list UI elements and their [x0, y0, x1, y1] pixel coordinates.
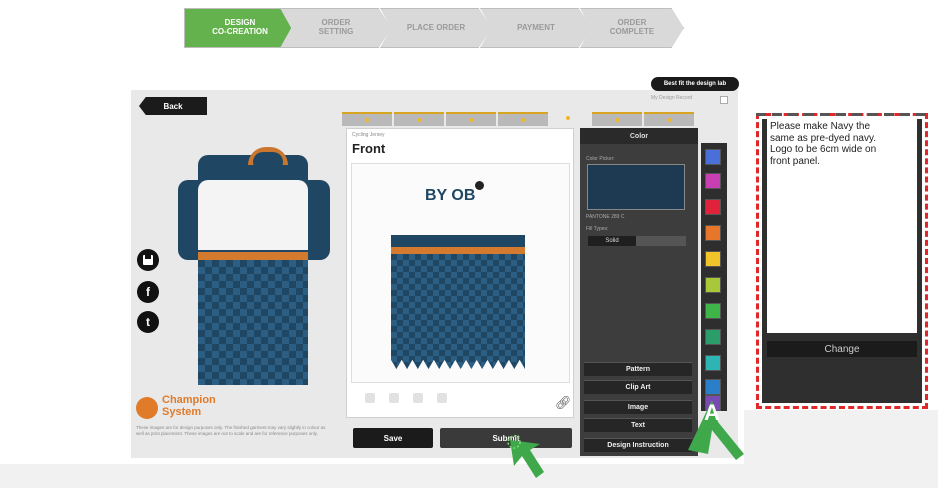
swatch-orange[interactable]: [705, 225, 721, 241]
callout-label: A: [704, 400, 720, 425]
design-instruction-textarea[interactable]: Please make Navy the same as pre-dyed na…: [767, 119, 917, 333]
swatch-red[interactable]: [705, 199, 721, 215]
jersey-neck: [253, 152, 283, 172]
progress-steps: DESIGN CO-CREATION ORDER SETTING PLACE O…: [184, 8, 684, 50]
swatch-magenta[interactable]: [705, 173, 721, 189]
jersey-argyle-pattern: [198, 260, 308, 385]
save-button[interactable]: Save: [353, 428, 433, 448]
brand-disclaimer: These images are for design purposes onl…: [136, 425, 326, 436]
panel-title: Front: [352, 141, 386, 156]
brand-name: Champion System: [162, 394, 216, 418]
tab-view-2[interactable]: [394, 112, 444, 126]
tab-indicator: [521, 118, 525, 122]
garment-type: Cycling Jersey: [352, 132, 385, 138]
facebook-icon[interactable]: f: [137, 281, 159, 303]
panel-orange-band: [391, 247, 525, 254]
change-button[interactable]: Change: [767, 341, 917, 357]
fill-solid-button[interactable]: Solid: [588, 236, 636, 246]
color-picker-label: Color Picker:: [586, 156, 615, 162]
tab-view-1[interactable]: [342, 112, 392, 126]
tab-indicator: [417, 118, 421, 122]
panel-tabs: [592, 112, 698, 126]
twitter-icon[interactable]: t: [137, 311, 159, 333]
front-panel: Cycling Jersey Front BY OB 🔗︎: [346, 128, 574, 418]
my-design-record-label: My Design Record: [651, 95, 693, 101]
pattern-button[interactable]: Pattern: [584, 362, 692, 376]
my-design-record-checkbox[interactable]: [720, 96, 728, 104]
tab-panel-1[interactable]: [592, 112, 642, 126]
panel-navy-top: [391, 235, 525, 247]
champion-logo-icon: [136, 397, 158, 419]
info-icon[interactable]: [437, 393, 447, 403]
design-instruction-panel: Please make Navy the same as pre-dyed na…: [762, 119, 922, 403]
fill-types-label: Fill Types:: [586, 226, 609, 232]
tab-view-3[interactable]: [446, 112, 496, 126]
image-button[interactable]: Image: [584, 400, 692, 414]
jersey-orange-band: [198, 252, 308, 260]
swatch-green[interactable]: [705, 303, 721, 319]
back-button[interactable]: Back: [139, 97, 207, 115]
clip-art-button[interactable]: Clip Art: [584, 380, 692, 394]
save-icon[interactable]: [137, 249, 159, 271]
step-payment[interactable]: PAYMENT: [480, 8, 592, 48]
step-design-co-creation[interactable]: DESIGN CO-CREATION: [184, 8, 296, 48]
color-swatches: [701, 143, 727, 411]
swatch-lime[interactable]: [705, 277, 721, 293]
color-panel-header[interactable]: Color: [580, 128, 698, 144]
tab-indicator-active: [566, 116, 570, 120]
undo-icon[interactable]: [365, 393, 375, 403]
swatch-teal[interactable]: [705, 329, 721, 345]
flip-icon[interactable]: [413, 393, 423, 403]
link-icon[interactable]: 🔗︎: [555, 395, 572, 411]
page: DESIGN CO-CREATION ORDER SETTING PLACE O…: [0, 0, 938, 488]
step-place-order[interactable]: PLACE ORDER: [380, 8, 492, 48]
popup-top-border: [756, 113, 928, 116]
design-instruction-highlight: Please make Navy the same as pre-dyed na…: [756, 113, 928, 409]
view-tabs: [342, 112, 574, 126]
design-instruction-button[interactable]: Design Instruction: [584, 438, 692, 452]
tab-indicator: [469, 118, 473, 122]
canvas-tools: [365, 393, 447, 403]
swatch-cyan[interactable]: [705, 355, 721, 371]
tab-panel-2[interactable]: [644, 112, 694, 126]
tab-indicator: [667, 118, 671, 122]
tab-indicator: [365, 118, 369, 122]
swatch-yellow[interactable]: [705, 251, 721, 267]
color-panel: Color Color Picker: PANTONE 289 C Fill T…: [580, 128, 698, 456]
swatch-blue[interactable]: [705, 149, 721, 165]
pointer-arrow-icon: [507, 435, 544, 478]
logo-mark-icon[interactable]: [475, 181, 484, 190]
current-color-swatch[interactable]: [587, 164, 685, 210]
step-order-setting[interactable]: ORDER SETTING: [280, 8, 392, 48]
text-button[interactable]: Text: [584, 418, 692, 432]
jersey-chest-panel: [198, 180, 308, 250]
pantone-code: PANTONE 289 C: [586, 214, 625, 220]
side-strip: [744, 410, 938, 488]
fill-gradient-button[interactable]: [636, 236, 686, 246]
champion-system-brand: Champion System These images are for des…: [136, 394, 326, 450]
step-order-complete[interactable]: ORDER COMPLETE: [580, 8, 684, 48]
redo-icon[interactable]: [389, 393, 399, 403]
tab-indicator: [615, 118, 619, 122]
floppy-icon: [143, 255, 153, 265]
panel-argyle-pattern: [391, 254, 525, 369]
best-fit-button[interactable]: Best fit the design lab: [651, 77, 739, 91]
jersey-preview[interactable]: [168, 140, 336, 390]
tab-view-4[interactable]: [498, 112, 548, 126]
byob-logo[interactable]: BY OB: [425, 188, 475, 204]
